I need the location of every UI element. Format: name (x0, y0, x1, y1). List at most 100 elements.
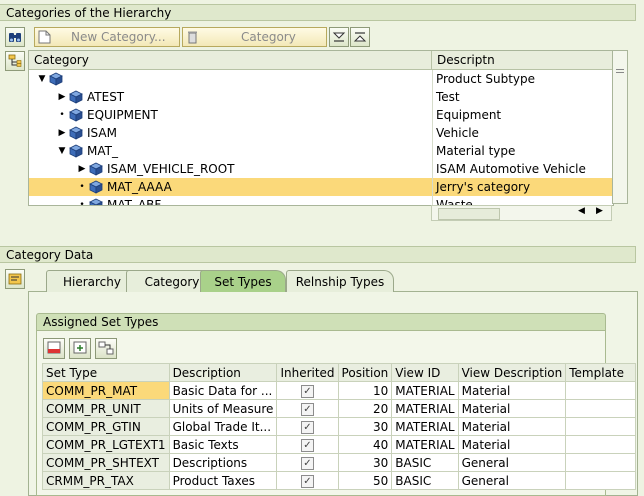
inherited-cell[interactable]: ✓ (276, 399, 339, 418)
table-row[interactable]: COMM_PR_GTIN Global Trade It... ✓ 30 MATERIA… (42, 417, 637, 436)
position-cell[interactable]: 50 (337, 471, 393, 490)
tab-hierarchy[interactable]: Hierarchy (46, 270, 138, 292)
scroll-left-icon[interactable]: ◀ (578, 206, 585, 216)
description-cell[interactable]: Units of Measure (168, 399, 278, 418)
col-view-id[interactable]: View ID (391, 363, 459, 382)
new-category-button[interactable]: New Category... (34, 27, 180, 47)
cube-icon (69, 90, 83, 104)
description-cell[interactable]: Global Trade It... (168, 417, 278, 436)
col-template[interactable]: Template (565, 363, 637, 382)
category-tree[interactable]: Category Descriptn ▼ Product Subtype ▶ ATES… (28, 50, 614, 206)
expand-all-button[interactable] (350, 27, 370, 47)
tree-row[interactable]: • MAT_AAAA Jerry's category (29, 178, 613, 196)
table-row[interactable]: COMM_PR_MAT Basic Data for ... ✓ 10 MATERIAL… (42, 381, 637, 400)
inherited-cell[interactable]: ✓ (276, 453, 339, 472)
view-description-cell[interactable]: Material (457, 399, 567, 418)
delete-row-button[interactable] (43, 338, 65, 359)
set-type-cell[interactable]: CRMM_PR_TAX (42, 471, 170, 490)
position-cell[interactable]: 30 (337, 453, 393, 472)
detail-panel-icon (8, 273, 22, 285)
tree-row[interactable]: • EQUIPMENT Equipment (29, 106, 613, 124)
inherited-cell[interactable]: ✓ (276, 417, 339, 436)
column-header-description[interactable]: Descriptn (431, 51, 495, 69)
insert-row-button[interactable] (69, 338, 91, 359)
collapse-node-icon[interactable]: ▼ (37, 70, 47, 88)
view-description-cell[interactable]: General (457, 471, 567, 490)
view-id-cell[interactable]: MATERIAL (391, 435, 459, 454)
col-set-type[interactable]: Set Type (42, 363, 170, 382)
view-id-cell[interactable]: BASIC (391, 471, 459, 490)
view-id-cell[interactable]: MATERIAL (391, 417, 459, 436)
col-inherited[interactable]: Inherited (276, 363, 339, 382)
col-description[interactable]: Description (168, 363, 278, 382)
description-cell[interactable]: Basic Texts (168, 435, 278, 454)
binoculars-icon (9, 33, 21, 42)
hierarchy-panel-title: Categories of the Hierarchy (6, 6, 172, 20)
table-row[interactable]: COMM_PR_UNIT Units of Measure ✓ 20 MATERIAL M… (42, 399, 637, 418)
binoculars-button[interactable] (5, 27, 25, 47)
tree-row[interactable]: ▼ MAT_ Material type (29, 142, 613, 160)
col-view-description[interactable]: View Description (457, 363, 567, 382)
set-type-cell[interactable]: COMM_PR_GTIN (42, 417, 170, 436)
position-cell[interactable]: 10 (337, 381, 393, 400)
view-description-cell[interactable]: Material (457, 435, 567, 454)
view-description-cell[interactable]: Material (457, 381, 567, 400)
delete-category-button[interactable]: Category (182, 27, 327, 47)
description-cell[interactable]: Basic Data for ... (168, 381, 278, 400)
detail-panel-button[interactable] (5, 269, 25, 289)
tree-row[interactable]: ▶ ISAM_VEHICLE_ROOT ISAM Automotive Vehicl… (29, 160, 613, 178)
inherited-cell[interactable]: ✓ (276, 381, 339, 400)
inherited-checkbox[interactable]: ✓ (300, 403, 314, 416)
description-cell[interactable]: Product Taxes (168, 471, 278, 490)
table-row[interactable]: CRMM_PR_TAX Product Taxes ✓ 50 BASIC General (42, 471, 637, 490)
view-id-cell[interactable]: BASIC (391, 453, 459, 472)
inherited-checkbox[interactable]: ✓ (300, 439, 314, 452)
collapse-node-icon[interactable]: ▼ (57, 142, 67, 160)
tree-horizontal-scrollbar[interactable]: ◀ ▶ (431, 205, 612, 221)
category-data-header: Category Data (0, 246, 636, 263)
inherited-checkbox[interactable]: ✓ (300, 385, 314, 398)
position-cell[interactable]: 40 (337, 435, 393, 454)
assign-set-type-button[interactable] (95, 338, 117, 359)
table-row[interactable]: COMM_PR_LGTEXT1 Basic Texts ✓ 40 MATERIAL Mat… (42, 435, 637, 454)
col-position[interactable]: Position (337, 363, 393, 382)
description-cell[interactable]: Descriptions (168, 453, 278, 472)
tree-structure-button[interactable] (5, 51, 25, 71)
expand-node-icon[interactable]: ▶ (57, 124, 67, 142)
position-cell[interactable]: 20 (337, 399, 393, 418)
set-type-cell[interactable]: COMM_PR_SHTEXT (42, 453, 170, 472)
template-cell[interactable] (565, 381, 637, 400)
template-cell[interactable] (565, 399, 637, 418)
inherited-cell[interactable]: ✓ (276, 471, 339, 490)
position-cell[interactable]: 30 (337, 417, 393, 436)
set-type-cell[interactable]: COMM_PR_LGTEXT1 (42, 435, 170, 454)
tree-row[interactable]: ▶ ISAM Vehicle (29, 124, 613, 142)
template-cell[interactable] (565, 471, 637, 490)
expand-node-icon[interactable]: ▶ (77, 160, 87, 178)
template-cell[interactable] (565, 435, 637, 454)
set-type-cell[interactable]: COMM_PR_UNIT (42, 399, 170, 418)
scroll-right-icon[interactable]: ▶ (596, 206, 603, 216)
expand-node-icon[interactable]: ▶ (57, 88, 67, 106)
tab-set-types[interactable]: Set Types (200, 270, 286, 292)
tree-vertical-scrollbar[interactable] (612, 50, 628, 204)
inherited-checkbox[interactable]: ✓ (300, 421, 314, 434)
hierarchy-panel-header: Categories of the Hierarchy (0, 4, 636, 21)
set-type-cell[interactable]: COMM_PR_MAT (42, 381, 170, 400)
template-cell[interactable] (565, 417, 637, 436)
template-cell[interactable] (565, 453, 637, 472)
view-id-cell[interactable]: MATERIAL (391, 381, 459, 400)
inherited-checkbox[interactable]: ✓ (300, 457, 314, 470)
inherited-checkbox[interactable]: ✓ (300, 475, 314, 488)
view-description-cell[interactable]: Material (457, 417, 567, 436)
collapse-all-button[interactable] (329, 27, 349, 47)
tree-row[interactable]: ▼ Product Subtype (29, 70, 613, 88)
tree-row[interactable]: ▶ ATEST Test (29, 88, 613, 106)
column-header-category[interactable]: Category (29, 51, 89, 69)
view-description-cell[interactable]: General (457, 453, 567, 472)
scroll-thumb[interactable] (438, 208, 500, 220)
tab-relnship-types[interactable]: Relnship Types (286, 270, 394, 292)
inherited-cell[interactable]: ✓ (276, 435, 339, 454)
table-row[interactable]: COMM_PR_SHTEXT Descriptions ✓ 30 BASIC Genera… (42, 453, 637, 472)
view-id-cell[interactable]: MATERIAL (391, 399, 459, 418)
